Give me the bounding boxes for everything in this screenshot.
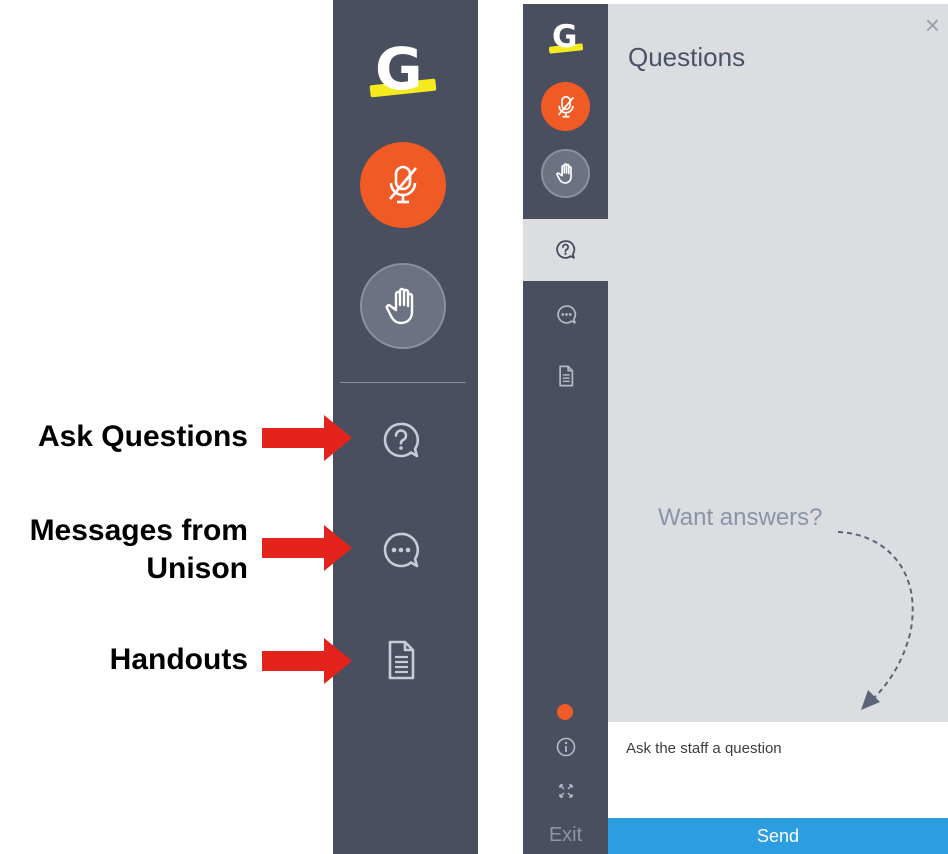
question-bubble-icon [383, 422, 420, 458]
fullscreen-button[interactable] [555, 780, 577, 802]
exit-button[interactable]: Exit [523, 824, 608, 847]
callout-messages-line1: Messages from [29, 514, 248, 547]
raise-hand-icon [385, 287, 414, 325]
callout-messages: Messages from Unison [0, 512, 248, 588]
annotated-sidebar: G [333, 0, 478, 854]
dashed-arrow-icon [837, 531, 914, 710]
mic-muted-icon [557, 95, 574, 118]
handouts-nav[interactable] [381, 637, 421, 683]
question-input-area [608, 722, 948, 822]
app-handouts-nav[interactable] [553, 361, 579, 391]
arrow-messages [262, 525, 352, 571]
panel-title: Questions [628, 42, 746, 72]
document-icon [388, 640, 415, 680]
app-sidebar: G Exit [523, 4, 608, 854]
app-questions-nav[interactable] [523, 219, 608, 281]
document-icon [559, 365, 574, 387]
app-screen: G Exit Questions × Want answers? Ask the… [523, 4, 948, 854]
question-bubble-icon [556, 240, 576, 259]
info-button[interactable] [553, 734, 579, 760]
status-dot [557, 704, 573, 720]
send-button[interactable]: Send [608, 818, 948, 854]
fullscreen-icon [559, 784, 573, 798]
chat-bubble-icon [556, 304, 576, 324]
info-icon [556, 737, 576, 757]
questions-panel: Questions × Want answers? Send [608, 4, 948, 854]
arrow-ask-questions [262, 415, 352, 461]
callout-messages-line2: Unison [146, 552, 248, 585]
want-answers-text: Want answers? [658, 504, 823, 531]
sidebar-divider [340, 382, 466, 383]
logo: G [369, 35, 437, 103]
chat-bubble-icon [383, 532, 420, 568]
app-mute-mic-button[interactable] [541, 82, 590, 131]
messages-nav[interactable] [378, 527, 424, 573]
mute-mic-button[interactable] [360, 142, 446, 228]
app-logo-letter: G [552, 19, 578, 55]
mic-muted-icon [389, 165, 417, 204]
arrow-handouts [262, 638, 352, 684]
close-icon[interactable]: × [925, 10, 940, 41]
callout-ask-questions: Ask Questions [37, 420, 248, 453]
raise-hand-button[interactable] [360, 263, 446, 349]
questions-nav[interactable] [378, 417, 424, 463]
app-messages-nav[interactable] [551, 299, 581, 329]
question-input[interactable] [608, 722, 948, 822]
callout-handouts: Handouts [109, 643, 248, 676]
app-raise-hand-button[interactable] [541, 149, 590, 198]
app-logo: G [548, 19, 584, 56]
raise-hand-icon [555, 163, 572, 184]
logo-letter: G [375, 35, 423, 103]
